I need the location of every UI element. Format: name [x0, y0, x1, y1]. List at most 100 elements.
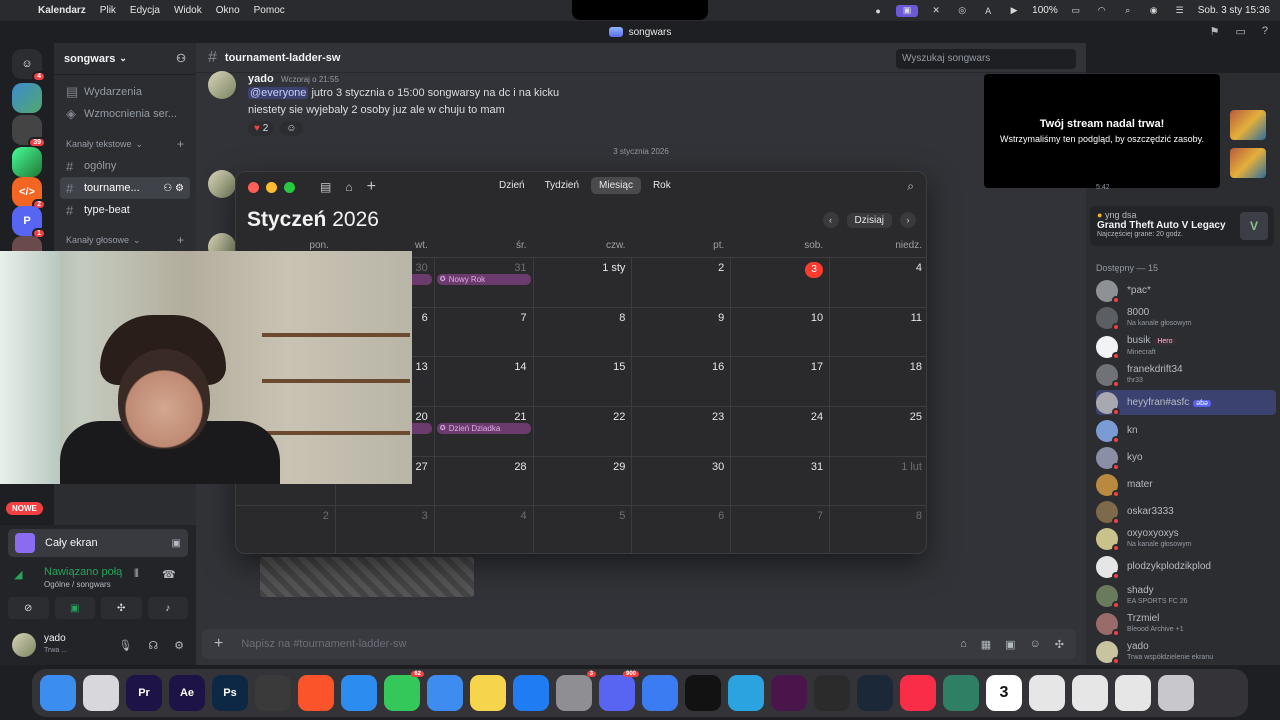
emoji-icon[interactable]: ☺ — [1030, 638, 1041, 651]
channel-type-beat[interactable]: # type-beat — [54, 199, 196, 221]
gear-icon[interactable]: ⚙ — [174, 639, 184, 652]
menu-file[interactable]: Plik — [100, 5, 116, 16]
finder-icon[interactable] — [40, 675, 76, 711]
member-item[interactable]: 8000 Na kanale głosowym — [1096, 305, 1276, 331]
day-cell[interactable]: 4 — [433, 505, 533, 553]
close-window-button[interactable] — [248, 181, 259, 193]
monitor-icon[interactable]: ▭ — [1235, 25, 1245, 38]
keyboard-layout-icon[interactable]: A — [980, 5, 996, 17]
mention-everyone[interactable]: @everyone — [248, 87, 309, 99]
disconnect-icon[interactable]: ☎ — [162, 568, 176, 581]
image-attachment[interactable] — [260, 557, 474, 597]
day-cell[interactable]: 14 — [433, 356, 533, 406]
menu-edit[interactable]: Edycja — [130, 5, 160, 16]
steam-icon[interactable] — [857, 675, 893, 711]
day-cell[interactable]: 22 — [532, 406, 632, 456]
day-cell[interactable]: 21Dzień Dziadka — [433, 406, 533, 456]
day-cell[interactable]: 1 lut — [829, 455, 926, 506]
server-item[interactable]: </> 2 — [12, 177, 46, 210]
activities-icon[interactable]: ✣ — [101, 597, 142, 619]
screen-share-icon[interactable]: ▣ — [54, 597, 95, 619]
day-cell[interactable]: 31 — [730, 455, 830, 506]
music-icon[interactable] — [900, 675, 936, 711]
message-composer[interactable]: + Napisz na #tournament-ladder-sw ⌂ ▦ ▣ … — [202, 629, 1076, 659]
category-voice-channels[interactable]: Kanały głosowe ⌄ + — [54, 229, 196, 251]
record-icon[interactable]: ● — [870, 5, 886, 17]
view-year[interactable]: Rok — [645, 177, 679, 194]
member-item[interactable]: oskar3333 — [1096, 499, 1276, 525]
server-item[interactable]: P 1 — [12, 206, 46, 239]
member-item[interactable]: kn — [1096, 418, 1276, 444]
apps-icon[interactable]: ✣ — [1055, 638, 1064, 651]
safari-icon[interactable] — [341, 675, 377, 711]
member-item[interactable]: heyyfran#asfc ǝɓǝ — [1096, 390, 1276, 416]
calendar-event[interactable]: Nowy Rok — [436, 273, 531, 285]
server-item[interactable]: 39 — [12, 115, 46, 148]
app-store-icon[interactable] — [513, 675, 549, 711]
brave-icon[interactable] — [298, 675, 334, 711]
add-attachment-icon[interactable]: + — [214, 635, 223, 653]
server-songwars[interactable] — [12, 83, 42, 113]
chevron-right-icon[interactable]: › — [900, 212, 916, 228]
day-cell[interactable]: 8 — [829, 505, 926, 553]
waveform-icon[interactable]: ⦀ — [134, 568, 139, 581]
photoshop-icon[interactable]: Ps — [212, 675, 248, 711]
day-cell[interactable]: 31Nowy Rok — [433, 257, 533, 307]
day-cell[interactable]: 11 — [829, 306, 926, 357]
day-cell[interactable]: 2 — [631, 257, 731, 307]
sidebar-item-boosts[interactable]: ◈ Wzmocnienia ser... — [54, 103, 196, 125]
webcam-preview[interactable] — [0, 251, 412, 484]
member-item[interactable]: *pac* — [1096, 278, 1276, 304]
discord-icon[interactable]: 900 — [599, 671, 639, 711]
server-header[interactable]: songwars ⌄ ⚇ — [54, 43, 196, 75]
slack-icon[interactable] — [771, 675, 807, 711]
inbox-icon[interactable]: ⌂ — [345, 180, 352, 194]
sticker-icon[interactable]: ▣ — [1005, 638, 1015, 651]
bell-off-icon[interactable]: ✕ — [928, 5, 944, 17]
day-cell[interactable]: 24 — [730, 406, 830, 456]
member-item[interactable]: mater — [1096, 472, 1276, 498]
help-icon[interactable]: ? — [1262, 25, 1268, 38]
member-item[interactable]: yado Trwa współdzielenie ekranu — [1096, 639, 1276, 665]
roblox-icon[interactable] — [642, 675, 678, 711]
day-cell[interactable]: 6 — [631, 505, 731, 553]
day-cell[interactable]: 15 — [532, 356, 632, 406]
message-author[interactable]: yado — [248, 73, 274, 85]
member-item[interactable]: oxyoxyoxys Na kanale głosowym — [1096, 526, 1276, 552]
settings-icon[interactable]: 3 — [556, 671, 596, 711]
server-home[interactable]: ☺ 4 — [12, 49, 46, 82]
user-info[interactable]: yado Trwa ... — [44, 633, 67, 657]
gif-icon[interactable]: ▦ — [981, 638, 991, 651]
screen-share-icon[interactable]: ▣ — [896, 4, 919, 17]
day-cell[interactable]: 4 — [829, 257, 926, 307]
add-friend-icon[interactable]: ⚇ — [176, 52, 186, 65]
chevron-left-icon[interactable]: ‹ — [822, 212, 839, 228]
day-cell[interactable]: 28 — [433, 455, 533, 506]
day-cell[interactable]: 5 — [532, 505, 632, 553]
after-effects-icon[interactable]: Ae — [169, 675, 205, 711]
minimize-window-button[interactable] — [266, 181, 277, 193]
day-cell[interactable]: 18 — [829, 356, 926, 406]
member-item[interactable]: plodzykplodzikplod — [1096, 554, 1276, 580]
day-cell[interactable]: 7 — [730, 505, 830, 553]
headphones-icon[interactable]: ☊ — [148, 639, 158, 652]
soundboard-icon[interactable]: ♪ — [147, 597, 188, 619]
avatar[interactable] — [208, 71, 236, 99]
day-cell[interactable]: 3 — [730, 257, 830, 307]
calendar-event[interactable]: Dzień Dziadka — [436, 422, 531, 434]
add-reaction-button[interactable]: ☺ — [280, 121, 303, 136]
spotify-icon[interactable] — [685, 675, 721, 711]
discord-2-icon[interactable] — [943, 675, 979, 711]
view-week[interactable]: Tydzień — [537, 177, 587, 194]
trash-icon[interactable] — [1158, 675, 1194, 711]
gift-icon[interactable]: ⌂ — [960, 638, 967, 651]
mail-icon[interactable] — [427, 675, 463, 711]
day-cell[interactable]: 2 — [236, 505, 335, 553]
voice-connection[interactable]: ◢ Nawiązano połą Ogólne / songwars ⦀ ☎ — [14, 566, 176, 589]
menu-help[interactable]: Pomoc — [254, 5, 285, 16]
stop-share-icon[interactable]: ▣ — [172, 538, 181, 549]
siri-icon[interactable]: ◉ — [1146, 5, 1162, 17]
messages-icon[interactable]: 62 — [384, 671, 424, 711]
day-cell[interactable]: 30 — [631, 455, 731, 506]
document-icon[interactable] — [1072, 675, 1108, 711]
